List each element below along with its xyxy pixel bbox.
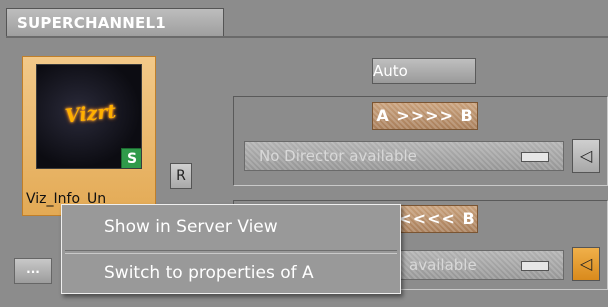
triangle-left-icon[interactable]: ◁ [572, 139, 600, 173]
director-select-value: No Director available [259, 147, 417, 165]
menu-item-show-in-server-view[interactable]: Show in Server View [62, 207, 400, 247]
more-options-button[interactable]: ... [14, 258, 52, 284]
tab-divider [6, 36, 608, 38]
director-select-1[interactable]: No Director available [244, 141, 564, 171]
channel-tab-label: SUPERCHANNEL1 [17, 14, 166, 32]
transition-b-to-a-button[interactable]: <<<< B [396, 205, 478, 233]
r-button[interactable]: R [170, 163, 192, 189]
triangle-left-icon[interactable]: ◁ [572, 247, 600, 281]
context-menu: Show in Server View Switch to properties… [61, 204, 401, 294]
dropdown-handle-icon [521, 261, 549, 271]
scene-thumbnail-image[interactable]: Vizrt S [36, 64, 142, 169]
channel-tab[interactable]: SUPERCHANNEL1 [6, 8, 224, 36]
s-badge-icon: S [121, 148, 141, 168]
dropdown-handle-icon [521, 152, 549, 162]
vizrt-logo: Vizrt [63, 100, 118, 128]
auto-button[interactable]: Auto [372, 58, 476, 84]
transition-a-to-b-button[interactable]: A >>>> B [372, 102, 478, 130]
menu-item-switch-to-properties[interactable]: Switch to properties of A [62, 253, 400, 293]
